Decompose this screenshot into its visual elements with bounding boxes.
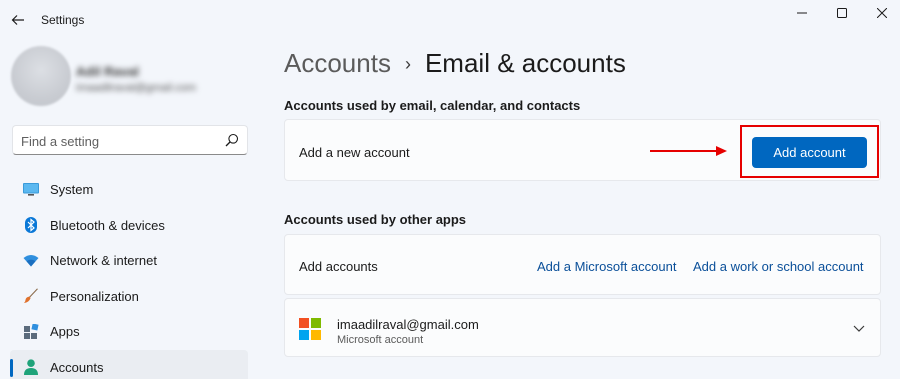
- wifi-icon: [22, 252, 40, 270]
- apps-icon: [22, 323, 40, 341]
- add-accounts-card: Add accounts Add a Microsoft account Add…: [284, 234, 881, 295]
- close-button[interactable]: [862, 0, 900, 26]
- bluetooth-icon: [22, 216, 40, 234]
- sidebar-item-apps[interactable]: Apps: [10, 314, 248, 350]
- minimize-button[interactable]: [782, 0, 822, 26]
- account-row[interactable]: imaadilraval@gmail.com Microsoft account: [284, 298, 881, 357]
- profile-email: imaadilraval@gmail.com: [76, 82, 196, 94]
- back-button[interactable]: [6, 8, 30, 32]
- brush-icon: [22, 287, 40, 305]
- maximize-button[interactable]: [822, 0, 862, 26]
- title-bar: Settings: [0, 0, 900, 40]
- sidebar-item-label: Network & internet: [50, 253, 157, 269]
- page-title: Email & accounts: [424, 48, 626, 78]
- avatar[interactable]: [11, 46, 71, 106]
- sidebar-item-personalization[interactable]: Personalization: [10, 279, 248, 315]
- sidebar-item-label: Bluetooth & devices: [50, 217, 165, 233]
- back-arrow-icon: [11, 15, 24, 25]
- sidebar-item-network[interactable]: Network & internet: [10, 243, 248, 279]
- search-icon[interactable]: [225, 133, 239, 147]
- annotation-highlight-box: [740, 125, 879, 178]
- section-title-email: Accounts used by email, calendar, and co…: [284, 98, 581, 113]
- sidebar-item-system[interactable]: System: [10, 172, 248, 208]
- maximize-icon: [837, 8, 847, 18]
- annotation-arrow: [650, 146, 727, 156]
- sidebar-nav: System Bluetooth & devices Network & int…: [10, 172, 248, 379]
- sidebar-item-label: Accounts: [50, 359, 104, 375]
- sidebar-item-label: System: [50, 182, 94, 198]
- sidebar-item-label: Personalization: [50, 288, 139, 304]
- add-work-school-account-link[interactable]: Add a work or school account: [693, 259, 864, 274]
- app-title: Settings: [41, 13, 85, 27]
- monitor-icon: [22, 181, 40, 199]
- breadcrumb-parent[interactable]: Accounts: [284, 48, 391, 79]
- add-new-account-label: Add a new account: [299, 145, 410, 160]
- add-microsoft-account-link[interactable]: Add a Microsoft account: [537, 259, 676, 274]
- sidebar-item-accounts[interactable]: Accounts: [10, 349, 248, 379]
- search-input[interactable]: [21, 131, 211, 151]
- account-email: imaadilraval@gmail.com: [337, 317, 479, 332]
- add-accounts-label: Add accounts: [299, 259, 378, 274]
- breadcrumb-separator: ›: [404, 54, 411, 74]
- profile-name: Adil Raval: [76, 64, 139, 79]
- sidebar-item-label: Apps: [50, 324, 80, 340]
- account-type: Microsoft account: [337, 334, 424, 346]
- close-icon: [877, 8, 887, 18]
- breadcrumb: Accounts › Email & accounts: [284, 48, 626, 79]
- active-indicator: [10, 358, 13, 377]
- microsoft-logo-icon: [299, 318, 321, 340]
- minimize-icon: [797, 12, 807, 14]
- person-icon: [22, 358, 40, 376]
- search-box[interactable]: [12, 125, 248, 155]
- section-title-other-apps: Accounts used by other apps: [284, 212, 467, 227]
- chevron-down-icon[interactable]: [852, 321, 866, 335]
- sidebar-item-bluetooth[interactable]: Bluetooth & devices: [10, 208, 248, 244]
